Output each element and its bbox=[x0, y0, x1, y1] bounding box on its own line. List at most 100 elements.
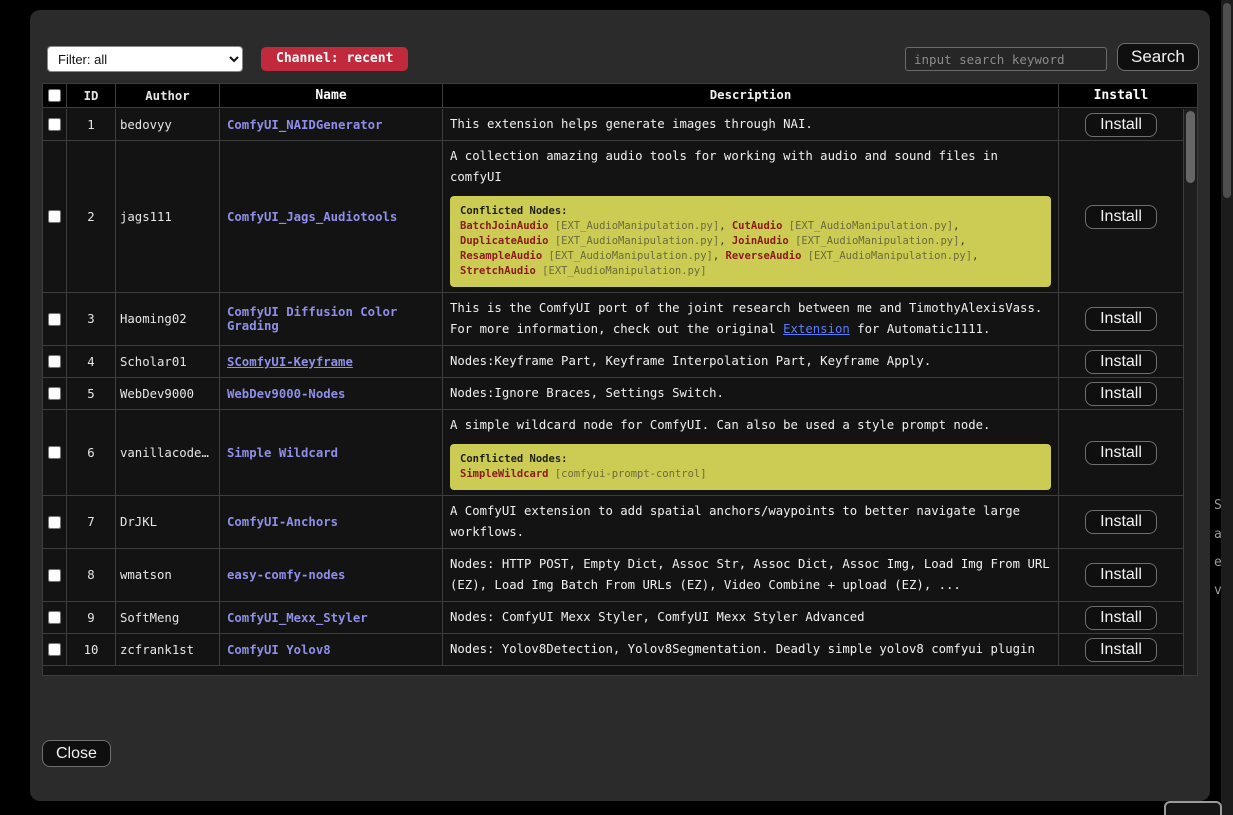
row-name-link[interactable]: ComfyUI Yolov8 bbox=[227, 643, 331, 657]
row-description-text: A simple wildcard node for ComfyUI. Can … bbox=[450, 415, 1051, 436]
table-row: 2 jags111 ComfyUI_Jags_Audiotools A coll… bbox=[43, 141, 1183, 293]
row-checkbox[interactable] bbox=[48, 210, 61, 223]
row-description: This is the ComfyUI port of the joint re… bbox=[443, 293, 1059, 345]
row-checkbox-cell bbox=[43, 410, 67, 495]
page-scrollbar[interactable] bbox=[1221, 0, 1233, 815]
install-custom-nodes-dialog: Filter: all Channel: recent Search ID Au… bbox=[30, 10, 1210, 801]
row-name: WebDev9000-Nodes bbox=[220, 378, 443, 409]
row-description: This extension helps generate images thr… bbox=[443, 109, 1059, 140]
row-install-cell: Install bbox=[1059, 549, 1183, 601]
row-id: 7 bbox=[67, 496, 116, 548]
row-author: Scholar01 bbox=[116, 346, 220, 377]
channel-badge[interactable]: Channel: recent bbox=[261, 47, 408, 71]
row-checkbox-cell bbox=[43, 141, 67, 292]
row-name: ComfyUI Yolov8 bbox=[220, 634, 443, 665]
row-install-cell: Install bbox=[1059, 141, 1183, 292]
row-checkbox-cell bbox=[43, 634, 67, 665]
filter-select[interactable]: Filter: all bbox=[47, 46, 243, 72]
row-checkbox[interactable] bbox=[48, 446, 61, 459]
row-description-text: Nodes:Ignore Braces, Settings Switch. bbox=[450, 383, 1051, 404]
install-button[interactable]: Install bbox=[1085, 382, 1157, 406]
row-description-text: This extension helps generate images thr… bbox=[450, 114, 1051, 135]
row-checkbox[interactable] bbox=[48, 643, 61, 656]
row-checkbox[interactable] bbox=[48, 516, 61, 529]
row-install-cell: Install bbox=[1059, 634, 1183, 665]
row-name-link[interactable]: easy-comfy-nodes bbox=[227, 568, 345, 582]
custom-nodes-table: ID Author Name Description Install 1 bed… bbox=[42, 83, 1198, 676]
row-name: ComfyUI_Jags_Audiotools bbox=[220, 141, 443, 292]
install-button[interactable]: Install bbox=[1085, 205, 1157, 229]
install-button[interactable]: Install bbox=[1085, 638, 1157, 662]
background-button-fragment bbox=[1164, 801, 1222, 815]
row-id: 2 bbox=[67, 141, 116, 292]
install-button[interactable]: Install bbox=[1085, 113, 1157, 137]
row-description-text: Nodes: HTTP POST, Empty Dict, Assoc Str,… bbox=[450, 554, 1051, 596]
row-name-link[interactable]: ComfyUI_Mexx_Styler bbox=[227, 611, 368, 625]
row-description-text: A ComfyUI extension to add spatial ancho… bbox=[450, 501, 1051, 543]
row-author: zcfrank1st bbox=[116, 634, 220, 665]
row-description-text: Nodes: Yolov8Detection, Yolov8Segmentati… bbox=[450, 639, 1051, 660]
row-checkbox[interactable] bbox=[48, 387, 61, 400]
row-description: A collection amazing audio tools for wor… bbox=[443, 141, 1059, 292]
row-description: Nodes: ComfyUI Mexx Styler, ComfyUI Mexx… bbox=[443, 602, 1059, 633]
row-author: bedovyy bbox=[116, 109, 220, 140]
row-name-link[interactable]: ComfyUI Diffusion Color Grading bbox=[227, 305, 435, 333]
install-button[interactable]: Install bbox=[1085, 563, 1157, 587]
row-checkbox[interactable] bbox=[48, 569, 61, 582]
row-install-cell: Install bbox=[1059, 496, 1183, 548]
row-author: wmatson bbox=[116, 549, 220, 601]
header-author: Author bbox=[116, 84, 220, 107]
table-body: 1 bedovyy ComfyUI_NAIDGenerator This ext… bbox=[43, 109, 1183, 675]
row-description-text: This is the ComfyUI port of the joint re… bbox=[450, 298, 1051, 340]
table-row: 8 wmatson easy-comfy-nodes Nodes: HTTP P… bbox=[43, 549, 1183, 602]
row-description-text: A collection amazing audio tools for wor… bbox=[450, 146, 1051, 188]
row-name-link[interactable]: Simple Wildcard bbox=[227, 446, 338, 460]
row-id: 1 bbox=[67, 109, 116, 140]
install-button[interactable]: Install bbox=[1085, 350, 1157, 374]
row-name: ComfyUI Diffusion Color Grading bbox=[220, 293, 443, 345]
table-scrollbar[interactable] bbox=[1183, 109, 1197, 675]
header-install: Install bbox=[1059, 84, 1183, 107]
table-row: 6 vanillacode314 Simple Wildcard A simpl… bbox=[43, 410, 1183, 496]
row-checkbox[interactable] bbox=[48, 118, 61, 131]
header-description: Description bbox=[443, 84, 1059, 107]
row-name: ComfyUI-Anchors bbox=[220, 496, 443, 548]
search-input[interactable] bbox=[905, 47, 1107, 71]
install-button[interactable]: Install bbox=[1085, 510, 1157, 534]
row-name-link[interactable]: ComfyUI_NAIDGenerator bbox=[227, 118, 382, 132]
row-checkbox[interactable] bbox=[48, 611, 61, 624]
header-id: ID bbox=[67, 84, 116, 107]
page-scrollbar-thumb[interactable] bbox=[1223, 3, 1231, 198]
close-button[interactable]: Close bbox=[42, 740, 111, 767]
row-id: 10 bbox=[67, 634, 116, 665]
row-author: jags111 bbox=[116, 141, 220, 292]
row-checkbox-cell bbox=[43, 346, 67, 377]
row-checkbox[interactable] bbox=[48, 313, 61, 326]
row-description: Nodes:Keyframe Part, Keyframe Interpolat… bbox=[443, 346, 1059, 377]
select-all-checkbox[interactable] bbox=[48, 89, 61, 102]
row-author: WebDev9000 bbox=[116, 378, 220, 409]
row-name-link[interactable]: WebDev9000-Nodes bbox=[227, 387, 345, 401]
table-row: 10 zcfrank1st ComfyUI Yolov8 Nodes: Yolo… bbox=[43, 634, 1183, 666]
row-name: easy-comfy-nodes bbox=[220, 549, 443, 601]
row-description: A simple wildcard node for ComfyUI. Can … bbox=[443, 410, 1059, 495]
row-author: Haoming02 bbox=[116, 293, 220, 345]
row-name-link[interactable]: ComfyUI_Jags_Audiotools bbox=[227, 210, 397, 224]
row-checkbox-cell bbox=[43, 602, 67, 633]
table-scrollbar-thumb[interactable] bbox=[1186, 111, 1195, 183]
install-button[interactable]: Install bbox=[1085, 307, 1157, 331]
install-button[interactable]: Install bbox=[1085, 441, 1157, 465]
row-name-link[interactable]: SComfyUI-Keyframe bbox=[227, 355, 353, 369]
description-link[interactable]: Extension bbox=[783, 322, 850, 336]
row-description-text: Nodes: ComfyUI Mexx Styler, ComfyUI Mexx… bbox=[450, 607, 1051, 628]
table-header: ID Author Name Description Install bbox=[43, 84, 1197, 108]
row-checkbox[interactable] bbox=[48, 355, 61, 368]
row-id: 5 bbox=[67, 378, 116, 409]
row-id: 6 bbox=[67, 410, 116, 495]
conflicted-nodes-label: Conflicted Nodes: bbox=[460, 453, 567, 465]
row-name-link[interactable]: ComfyUI-Anchors bbox=[227, 515, 338, 529]
search-button[interactable]: Search bbox=[1117, 43, 1199, 71]
row-id: 3 bbox=[67, 293, 116, 345]
row-name: SComfyUI-Keyframe bbox=[220, 346, 443, 377]
install-button[interactable]: Install bbox=[1085, 606, 1157, 630]
